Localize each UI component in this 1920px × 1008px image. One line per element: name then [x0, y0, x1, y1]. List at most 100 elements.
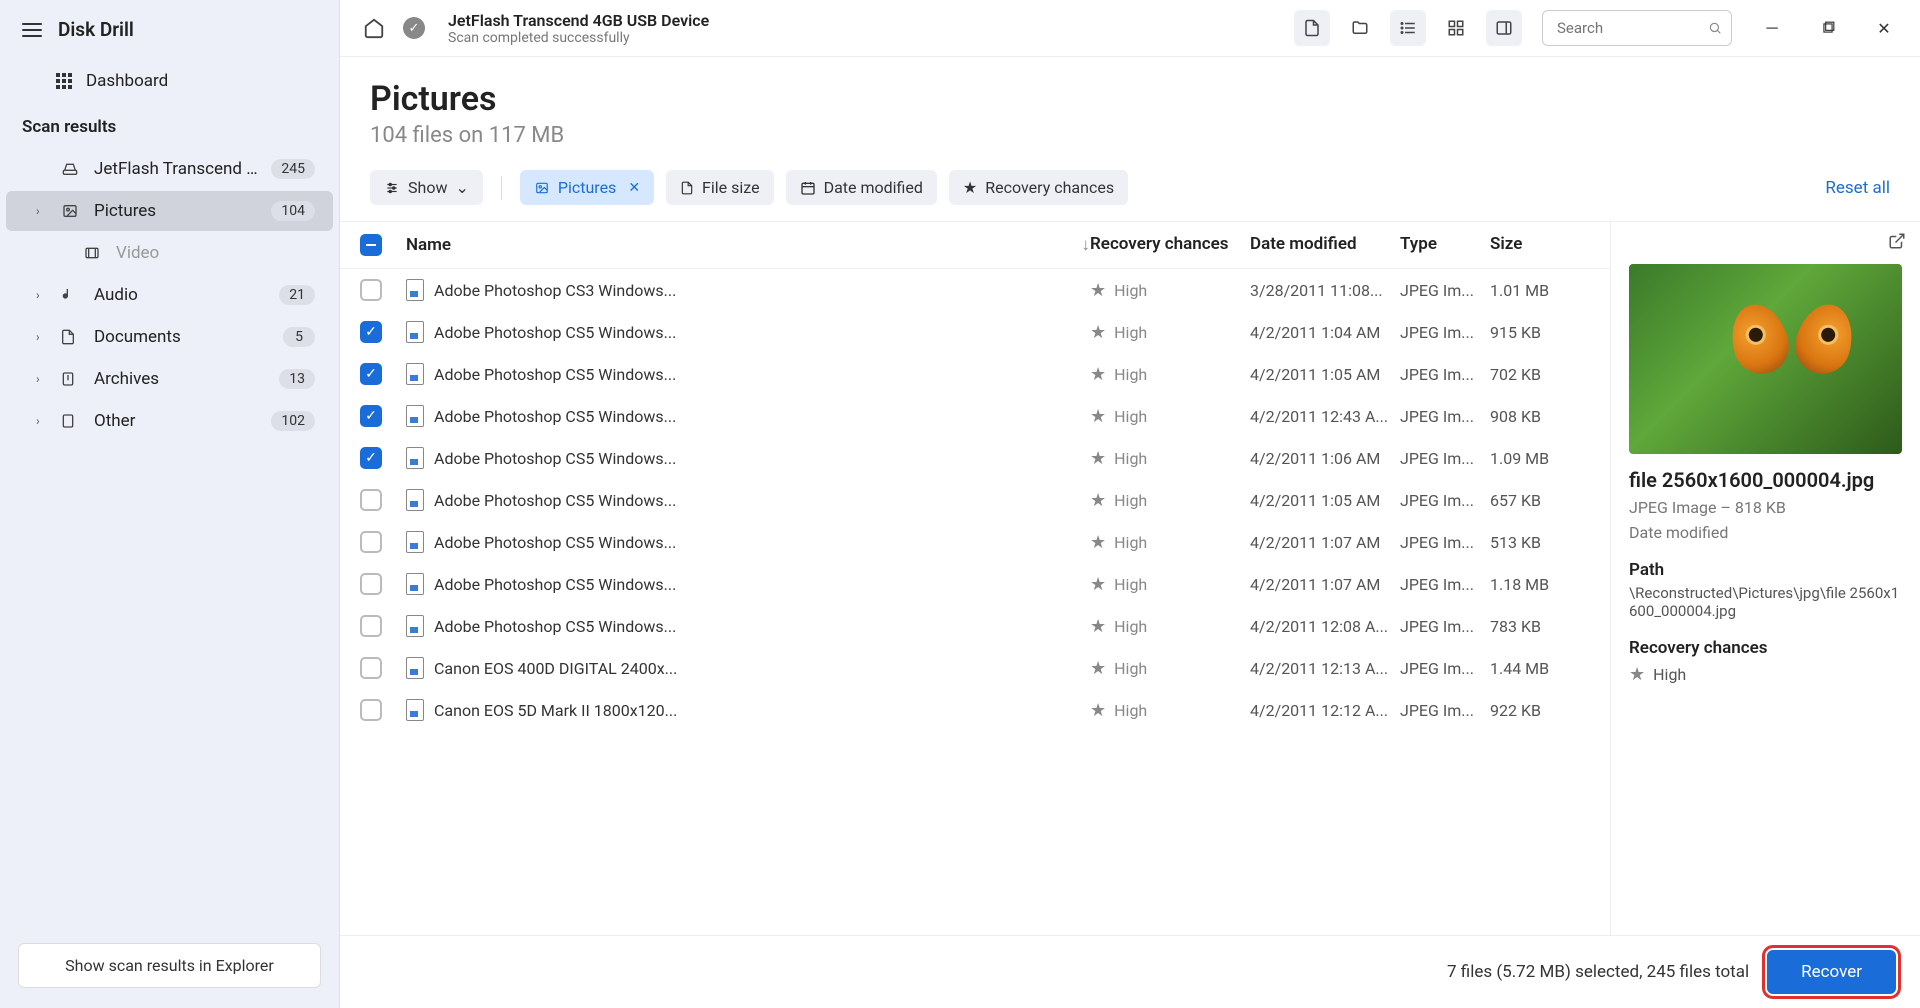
close-icon[interactable]: ✕ — [1868, 12, 1900, 44]
date-value: 4/2/2011 1:06 AM — [1250, 449, 1400, 468]
detail-datemod-label: Date modified — [1629, 523, 1902, 542]
col-size[interactable]: Size — [1490, 234, 1590, 256]
sidebar-item-label: Pictures — [94, 201, 259, 221]
date-value: 4/2/2011 1:07 AM — [1250, 533, 1400, 552]
sidebar-item-archive[interactable]: ›Archives13 — [6, 359, 333, 399]
table-row[interactable]: ✓Adobe Photoshop CS5 Windows...★High4/2/… — [340, 353, 1610, 395]
table-row[interactable]: ✓Adobe Photoshop CS5 Windows...★High4/2/… — [340, 437, 1610, 479]
row-checkbox[interactable]: ✓ — [360, 447, 382, 469]
type-value: JPEG Im... — [1400, 407, 1490, 426]
filter-filesize[interactable]: File size — [666, 170, 774, 205]
show-dropdown[interactable]: Show ⌄ — [370, 170, 483, 205]
star-icon: ★ — [1090, 448, 1106, 469]
star-icon: ★ — [1090, 364, 1106, 385]
sidebar-item-label: JetFlash Transcend 4GB... — [94, 159, 259, 179]
file-name: Adobe Photoshop CS5 Windows... — [434, 323, 676, 342]
col-type[interactable]: Type — [1400, 234, 1490, 256]
type-value: JPEG Im... — [1400, 449, 1490, 468]
size-value: 657 KB — [1490, 491, 1590, 510]
recovery-value: High — [1114, 533, 1147, 552]
date-value: 4/2/2011 12:43 A... — [1250, 407, 1400, 426]
type-value: JPEG Im... — [1400, 491, 1490, 510]
count-badge: 102 — [271, 411, 315, 431]
device-title: JetFlash Transcend 4GB USB Device — [448, 11, 1282, 30]
preview-image — [1629, 264, 1902, 454]
row-checkbox[interactable] — [360, 699, 382, 721]
row-checkbox[interactable]: ✓ — [360, 363, 382, 385]
row-checkbox[interactable] — [360, 573, 382, 595]
col-date[interactable]: Date modified — [1250, 234, 1400, 256]
row-checkbox[interactable]: ✓ — [360, 405, 382, 427]
file-icon[interactable] — [1294, 10, 1330, 46]
remove-filter-icon[interactable]: ✕ — [628, 180, 640, 196]
panel-view-icon[interactable] — [1486, 10, 1522, 46]
row-checkbox[interactable] — [360, 279, 382, 301]
sidebar-item-other[interactable]: ›Other102 — [6, 401, 333, 441]
date-value: 3/28/2011 11:08... — [1250, 281, 1400, 300]
star-icon: ★ — [1090, 574, 1106, 595]
list-view-icon[interactable] — [1390, 10, 1426, 46]
popout-icon[interactable] — [1888, 232, 1906, 250]
footer: 7 files (5.72 MB) selected, 245 files to… — [340, 935, 1920, 1008]
sidebar-item-video[interactable]: Video — [6, 233, 333, 273]
dashboard-link[interactable]: Dashboard — [0, 59, 339, 103]
size-value: 1.18 MB — [1490, 575, 1590, 594]
sidebar-item-picture[interactable]: ›Pictures104 — [6, 191, 333, 231]
size-value: 702 KB — [1490, 365, 1590, 384]
divider — [501, 176, 502, 200]
size-value: 513 KB — [1490, 533, 1590, 552]
star-icon: ★ — [1090, 616, 1106, 637]
row-checkbox[interactable] — [360, 615, 382, 637]
reset-all-link[interactable]: Reset all — [1825, 178, 1890, 198]
sidebar-item-doc[interactable]: ›Documents5 — [6, 317, 333, 357]
table-row[interactable]: ✓Adobe Photoshop CS5 Windows...★High4/2/… — [340, 395, 1610, 437]
date-value: 4/2/2011 1:07 AM — [1250, 575, 1400, 594]
table-row[interactable]: Adobe Photoshop CS3 Windows...★High3/28/… — [340, 269, 1610, 311]
table-row[interactable]: ✓Adobe Photoshop CS5 Windows...★High4/2/… — [340, 311, 1610, 353]
row-checkbox[interactable] — [360, 531, 382, 553]
file-name: Canon EOS 5D Mark II 1800x120... — [434, 701, 677, 720]
filter-pictures[interactable]: Pictures ✕ — [520, 170, 654, 205]
chevron-down-icon: ⌄ — [455, 178, 468, 197]
chevron-icon: › — [36, 330, 48, 344]
sidebar-item-drive[interactable]: JetFlash Transcend 4GB...245 — [6, 149, 333, 189]
col-recovery[interactable]: Recovery chances — [1090, 234, 1250, 256]
table-row[interactable]: Canon EOS 400D DIGITAL 2400x...★High4/2/… — [340, 647, 1610, 689]
select-all-checkbox[interactable] — [360, 234, 382, 256]
show-label: Show — [408, 178, 447, 197]
other-icon — [60, 411, 82, 431]
table-row[interactable]: Adobe Photoshop CS5 Windows...★High4/2/2… — [340, 521, 1610, 563]
sidebar-item-label: Archives — [94, 369, 267, 389]
star-icon: ★ — [1629, 664, 1645, 685]
table-row[interactable]: Adobe Photoshop CS5 Windows...★High4/2/2… — [340, 479, 1610, 521]
table-row[interactable]: Adobe Photoshop CS5 Windows...★High4/2/2… — [340, 563, 1610, 605]
sidebar-item-label: Documents — [94, 327, 271, 347]
maximize-icon[interactable] — [1812, 12, 1844, 44]
folder-icon[interactable] — [1342, 10, 1378, 46]
star-icon: ★ — [1090, 490, 1106, 511]
size-value: 922 KB — [1490, 701, 1590, 720]
search-box — [1542, 10, 1732, 46]
row-checkbox[interactable]: ✓ — [360, 321, 382, 343]
size-value: 783 KB — [1490, 617, 1590, 636]
page-subtitle: 104 files on 117 MB — [370, 123, 1890, 148]
show-in-explorer-button[interactable]: Show scan results in Explorer — [18, 943, 321, 988]
menu-icon[interactable] — [22, 23, 42, 37]
row-checkbox[interactable] — [360, 489, 382, 511]
row-checkbox[interactable] — [360, 657, 382, 679]
search-input[interactable] — [1542, 10, 1732, 46]
table-row[interactable]: Canon EOS 5D Mark II 1800x120...★High4/2… — [340, 689, 1610, 731]
filter-recovery[interactable]: ★ Recovery chances — [949, 170, 1128, 205]
detail-path: \Reconstructed\Pictures\jpg\file 2560x16… — [1629, 584, 1902, 620]
table-row[interactable]: Adobe Photoshop CS5 Windows...★High4/2/2… — [340, 605, 1610, 647]
minimize-icon[interactable]: ─ — [1756, 12, 1788, 44]
file-table: Name↓ Recovery chances Date modified Typ… — [340, 222, 1610, 935]
recover-button[interactable]: Recover — [1767, 950, 1896, 994]
sidebar-item-audio[interactable]: ›Audio21 — [6, 275, 333, 315]
filter-date[interactable]: Date modified — [786, 170, 937, 205]
col-name[interactable]: Name↓ — [406, 234, 1090, 256]
recovery-value: High — [1114, 281, 1147, 300]
type-value: JPEG Im... — [1400, 617, 1490, 636]
grid-view-icon[interactable] — [1438, 10, 1474, 46]
home-icon[interactable] — [360, 14, 388, 42]
